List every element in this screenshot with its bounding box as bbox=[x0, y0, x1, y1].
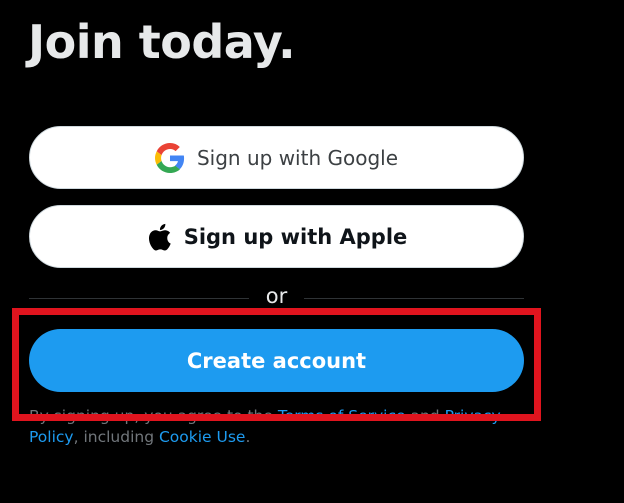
cookie-use-link[interactable]: Cookie Use bbox=[159, 428, 246, 446]
apple-icon bbox=[146, 222, 172, 252]
legal-text: By signing up, you agree to the Terms of… bbox=[29, 406, 529, 448]
page-title: Join today. bbox=[28, 15, 296, 69]
sign-up-with-apple-button[interactable]: Sign up with Apple bbox=[29, 205, 524, 268]
divider-text: or bbox=[265, 284, 288, 308]
or-divider: or bbox=[29, 284, 524, 310]
legal-prefix: By signing up, you agree to the bbox=[29, 407, 278, 425]
create-account-label: Create account bbox=[186, 348, 367, 373]
divider-line-right bbox=[304, 298, 524, 299]
google-icon bbox=[154, 142, 185, 173]
apple-button-label: Sign up with Apple bbox=[183, 224, 408, 249]
legal-suffix: . bbox=[245, 428, 251, 446]
terms-of-service-link[interactable]: Terms of Service bbox=[278, 407, 406, 425]
sign-up-with-google-button[interactable]: Sign up with Google bbox=[29, 126, 524, 189]
legal-including: , including bbox=[73, 428, 159, 446]
create-account-button[interactable]: Create account bbox=[29, 329, 524, 392]
legal-and: and bbox=[405, 407, 445, 425]
google-button-label: Sign up with Google bbox=[196, 145, 399, 170]
